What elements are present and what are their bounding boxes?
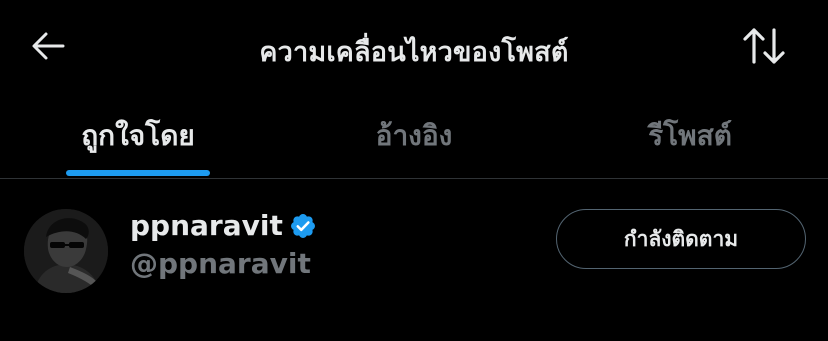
tab-bar: ถูกใจโดย อ้างอิง รีโพสต์ <box>0 98 828 178</box>
avatar[interactable] <box>24 209 108 293</box>
name-line: ppnaravit <box>130 209 317 242</box>
tab-label: อ้างอิง <box>375 119 453 152</box>
verified-badge-icon <box>289 212 317 240</box>
tab-label: ถูกใจโดย <box>81 119 195 152</box>
following-button[interactable]: กำลังติดตาม <box>556 209 806 269</box>
sort-button[interactable] <box>738 24 790 68</box>
page-title: ความเคลื่อนไหวของโพสต์ <box>259 37 569 68</box>
sort-arrows-icon <box>743 28 785 64</box>
tab-quotes[interactable]: อ้างอิง <box>276 98 552 178</box>
active-tab-indicator <box>66 170 210 176</box>
tab-likes[interactable]: ถูกใจโดย <box>0 98 276 178</box>
list-item[interactable]: ppnaravit @ppnaravit กำลังติดตาม <box>0 179 828 341</box>
tab-reposts[interactable]: รีโพสต์ <box>552 98 828 178</box>
post-engagement-screen: ความเคลื่อนไหวของโพสต์ ถูกใจโดย อ้างอิง … <box>0 0 828 341</box>
tab-label: รีโพสต์ <box>648 119 732 152</box>
user-handle: @ppnaravit <box>130 247 311 280</box>
top-bar: ความเคลื่อนไหวของโพสต์ <box>0 0 828 92</box>
display-name[interactable]: ppnaravit <box>130 209 283 242</box>
